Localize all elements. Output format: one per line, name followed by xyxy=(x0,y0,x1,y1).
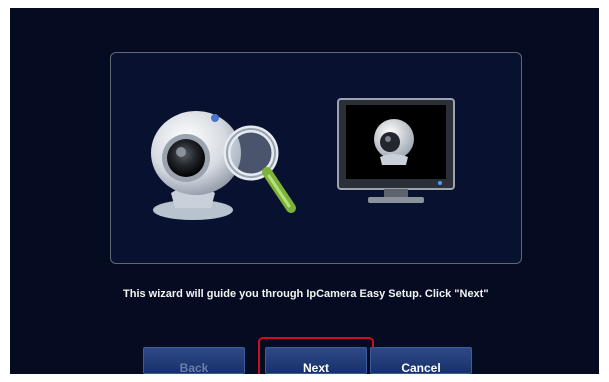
next-button-label: Next xyxy=(302,361,329,375)
next-button[interactable]: Next xyxy=(265,347,367,375)
webcam-magnifier-icon xyxy=(151,111,296,220)
back-button[interactable]: Back xyxy=(143,347,245,375)
illustration-panel xyxy=(110,52,522,264)
back-button-label: Back xyxy=(179,361,209,375)
cancel-button[interactable]: Cancel xyxy=(370,347,472,375)
wizard-instruction-text: This wizard will guide you through IpCam… xyxy=(123,288,489,300)
cancel-button-label: Cancel xyxy=(401,361,441,375)
monitor-webcam-icon xyxy=(337,98,455,203)
image-bottom-edge xyxy=(0,374,609,382)
wizard-screen: This wizard will guide you through IpCam… xyxy=(10,8,599,382)
